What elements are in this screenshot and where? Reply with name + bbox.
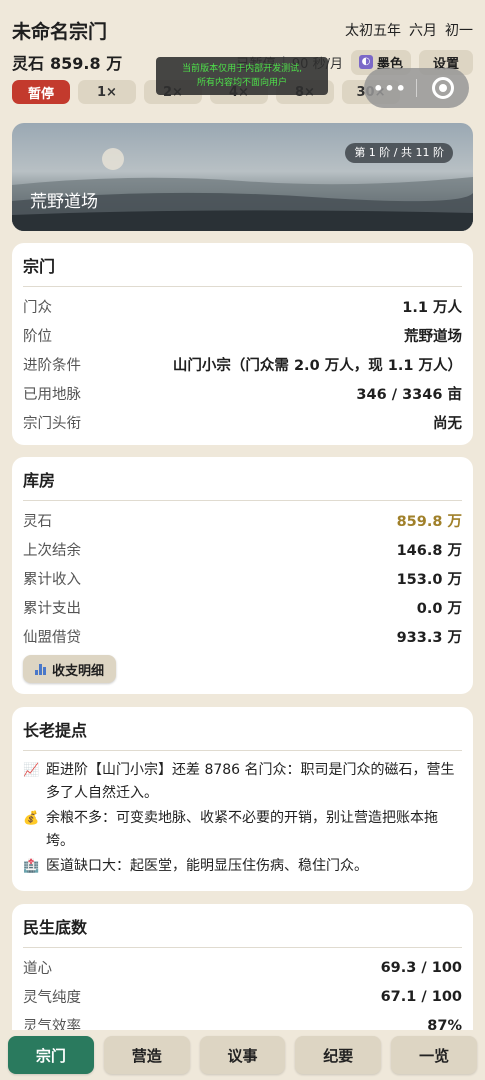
tip-text: 医道缺口大：起医堂，能明显压住伤病、稳住门众。 <box>46 858 368 874</box>
row-value: 荒野道场 <box>404 329 462 345</box>
tip-text: 余粮不多：可变卖地脉、收紧不必要的开销，别让营造把账本拖垮。 <box>46 810 438 849</box>
row-label: 灵气纯度 <box>23 990 81 1006</box>
dev-notice-toast: 当前版本仅用于内部开发测试, 所有内容均不面向用户 <box>156 57 328 95</box>
miniprogram-capsule: ••• <box>364 68 469 108</box>
row-label: 灵石 <box>23 514 52 530</box>
treasury-row-loan: 仙盟借贷 933.3 万 <box>23 622 462 651</box>
row-value: 933.3 万 <box>396 630 462 646</box>
row-label: 门众 <box>23 300 52 316</box>
date-day: 初一 <box>445 23 473 39</box>
row-value: 山门小宗（门众需 2.0 万人，现 1.1 万人） <box>172 358 462 374</box>
banner-title: 荒野道场 <box>30 192 98 212</box>
toast-line-1: 当前版本仅用于内部开发测试, <box>182 64 302 74</box>
livelihood-row-purity: 灵气纯度 67.1 / 100 <box>23 982 462 1011</box>
row-value: 69.3 / 100 <box>380 959 462 976</box>
row-value: 153.0 万 <box>396 572 462 588</box>
tab-overview[interactable]: 一览 <box>391 1036 477 1074</box>
game-date: 太初五年 六月 初一 <box>345 20 473 40</box>
sect-card-title: 宗门 <box>23 243 462 287</box>
ledger-detail-label: 收支明细 <box>52 663 105 679</box>
row-value: 146.8 万 <box>396 543 462 559</box>
stage-badge: 第 1 阶 / 共 11 阶 <box>345 143 453 163</box>
row-label: 上次结余 <box>23 543 81 559</box>
row-label: 进阶条件 <box>23 358 81 374</box>
row-value: 346 / 3346 亩 <box>356 387 462 403</box>
ledger-detail-button[interactable]: 收支明细 <box>23 655 117 683</box>
close-miniprogram-button[interactable] <box>417 77 469 99</box>
row-label: 累计支出 <box>23 601 81 617</box>
trend-up-icon: 📈 <box>23 763 40 778</box>
bar-chart-icon <box>35 663 46 675</box>
tip-item: 🏥 医道缺口大：起医堂，能明显压住伤病、稳住门众。 <box>23 855 462 878</box>
row-value: 67.1 / 100 <box>380 988 462 1005</box>
tip-item: 📈 距进阶【山门小宗】还差 8786 名门众：职司是门众的磁石，营生多了人自然迁入… <box>23 759 462 805</box>
theme-icon: ◐ <box>358 55 373 69</box>
header-top: 未命名宗门 太初五年 六月 初一 <box>12 14 473 46</box>
elder-card-title: 长老提点 <box>23 707 462 751</box>
row-label: 累计收入 <box>23 572 81 588</box>
sect-card: 宗门 门众 1.1 万人 阶位 荒野道场 进阶条件 山门小宗（门众需 2.0 万人，现… <box>12 243 473 445</box>
target-icon <box>432 77 454 99</box>
row-label: 阶位 <box>23 329 52 345</box>
spirit-stones-summary: 灵石 859.8 万 <box>12 50 122 74</box>
treasury-row-expense: 累计支出 0.0 万 <box>23 593 462 622</box>
tab-records[interactable]: 纪要 <box>295 1036 382 1074</box>
tab-council[interactable]: 议事 <box>199 1036 286 1074</box>
row-label: 宗门头衔 <box>23 416 81 432</box>
tip-item: 💰 余粮不多：可变卖地脉、收紧不必要的开销，别让营造把账本拖垮。 <box>23 807 462 853</box>
sect-row-title: 宗门头衔 尚无 <box>23 408 462 437</box>
bottom-tab-bar: 宗门 营造 议事 纪要 一览 <box>0 1030 485 1080</box>
livelihood-row-dao-heart: 道心 69.3 / 100 <box>23 953 462 982</box>
sect-name: 未命名宗门 <box>12 20 108 43</box>
row-value: 尚无 <box>433 416 462 432</box>
treasury-row-last-balance: 上次结余 146.8 万 <box>23 535 462 564</box>
spirit-stones-value: 859.8 万 <box>50 54 123 73</box>
livelihood-card-title: 民生底数 <box>23 904 462 948</box>
row-value: 0.0 万 <box>416 601 462 617</box>
row-value: 1.1 万人 <box>402 300 462 316</box>
row-label: 道心 <box>23 961 52 977</box>
tip-text: 距进阶【山门小宗】还差 8786 名门众：职司是门众的磁石，营生多了人自然迁入。 <box>46 762 455 801</box>
row-label: 已用地脉 <box>23 387 81 403</box>
spirit-stones-label: 灵石 <box>12 54 45 73</box>
treasury-card-title: 库房 <box>23 457 462 501</box>
speed-1x-button[interactable]: 1× <box>78 80 136 104</box>
row-label: 仙盟借贷 <box>23 630 81 646</box>
date-era: 太初五年 <box>345 23 401 39</box>
row-value: 859.8 万 <box>396 514 462 530</box>
treasury-card: 库房 灵石 859.8 万 上次结余 146.8 万 累计收入 153.0 万 累计支… <box>12 457 473 694</box>
sect-row-advance: 进阶条件 山门小宗（门众需 2.0 万人，现 1.1 万人） <box>23 350 462 379</box>
tab-build[interactable]: 营造 <box>103 1036 190 1074</box>
sect-banner: 第 1 阶 / 共 11 阶 荒野道场 <box>12 123 473 231</box>
treasury-row-stones: 灵石 859.8 万 <box>23 506 462 535</box>
sect-row-members: 门众 1.1 万人 <box>23 292 462 321</box>
treasury-row-income: 累计收入 153.0 万 <box>23 564 462 593</box>
elder-tips-card: 长老提点 📈 距进阶【山门小宗】还差 8786 名门众：职司是门众的磁石，营生多了… <box>12 707 473 891</box>
speed-pause-button[interactable]: 暂停 <box>12 80 70 104</box>
tab-sect[interactable]: 宗门 <box>8 1036 94 1074</box>
date-month: 六月 <box>409 23 437 39</box>
sect-row-rank: 阶位 荒野道场 <box>23 321 462 350</box>
more-icon[interactable]: ••• <box>364 79 416 98</box>
landscape-illustration <box>12 148 473 231</box>
money-bag-icon: 💰 <box>23 811 40 826</box>
sect-row-land: 已用地脉 346 / 3346 亩 <box>23 379 462 408</box>
hospital-icon: 🏥 <box>23 859 40 874</box>
toast-line-2: 所有内容均不面向用户 <box>196 78 287 88</box>
